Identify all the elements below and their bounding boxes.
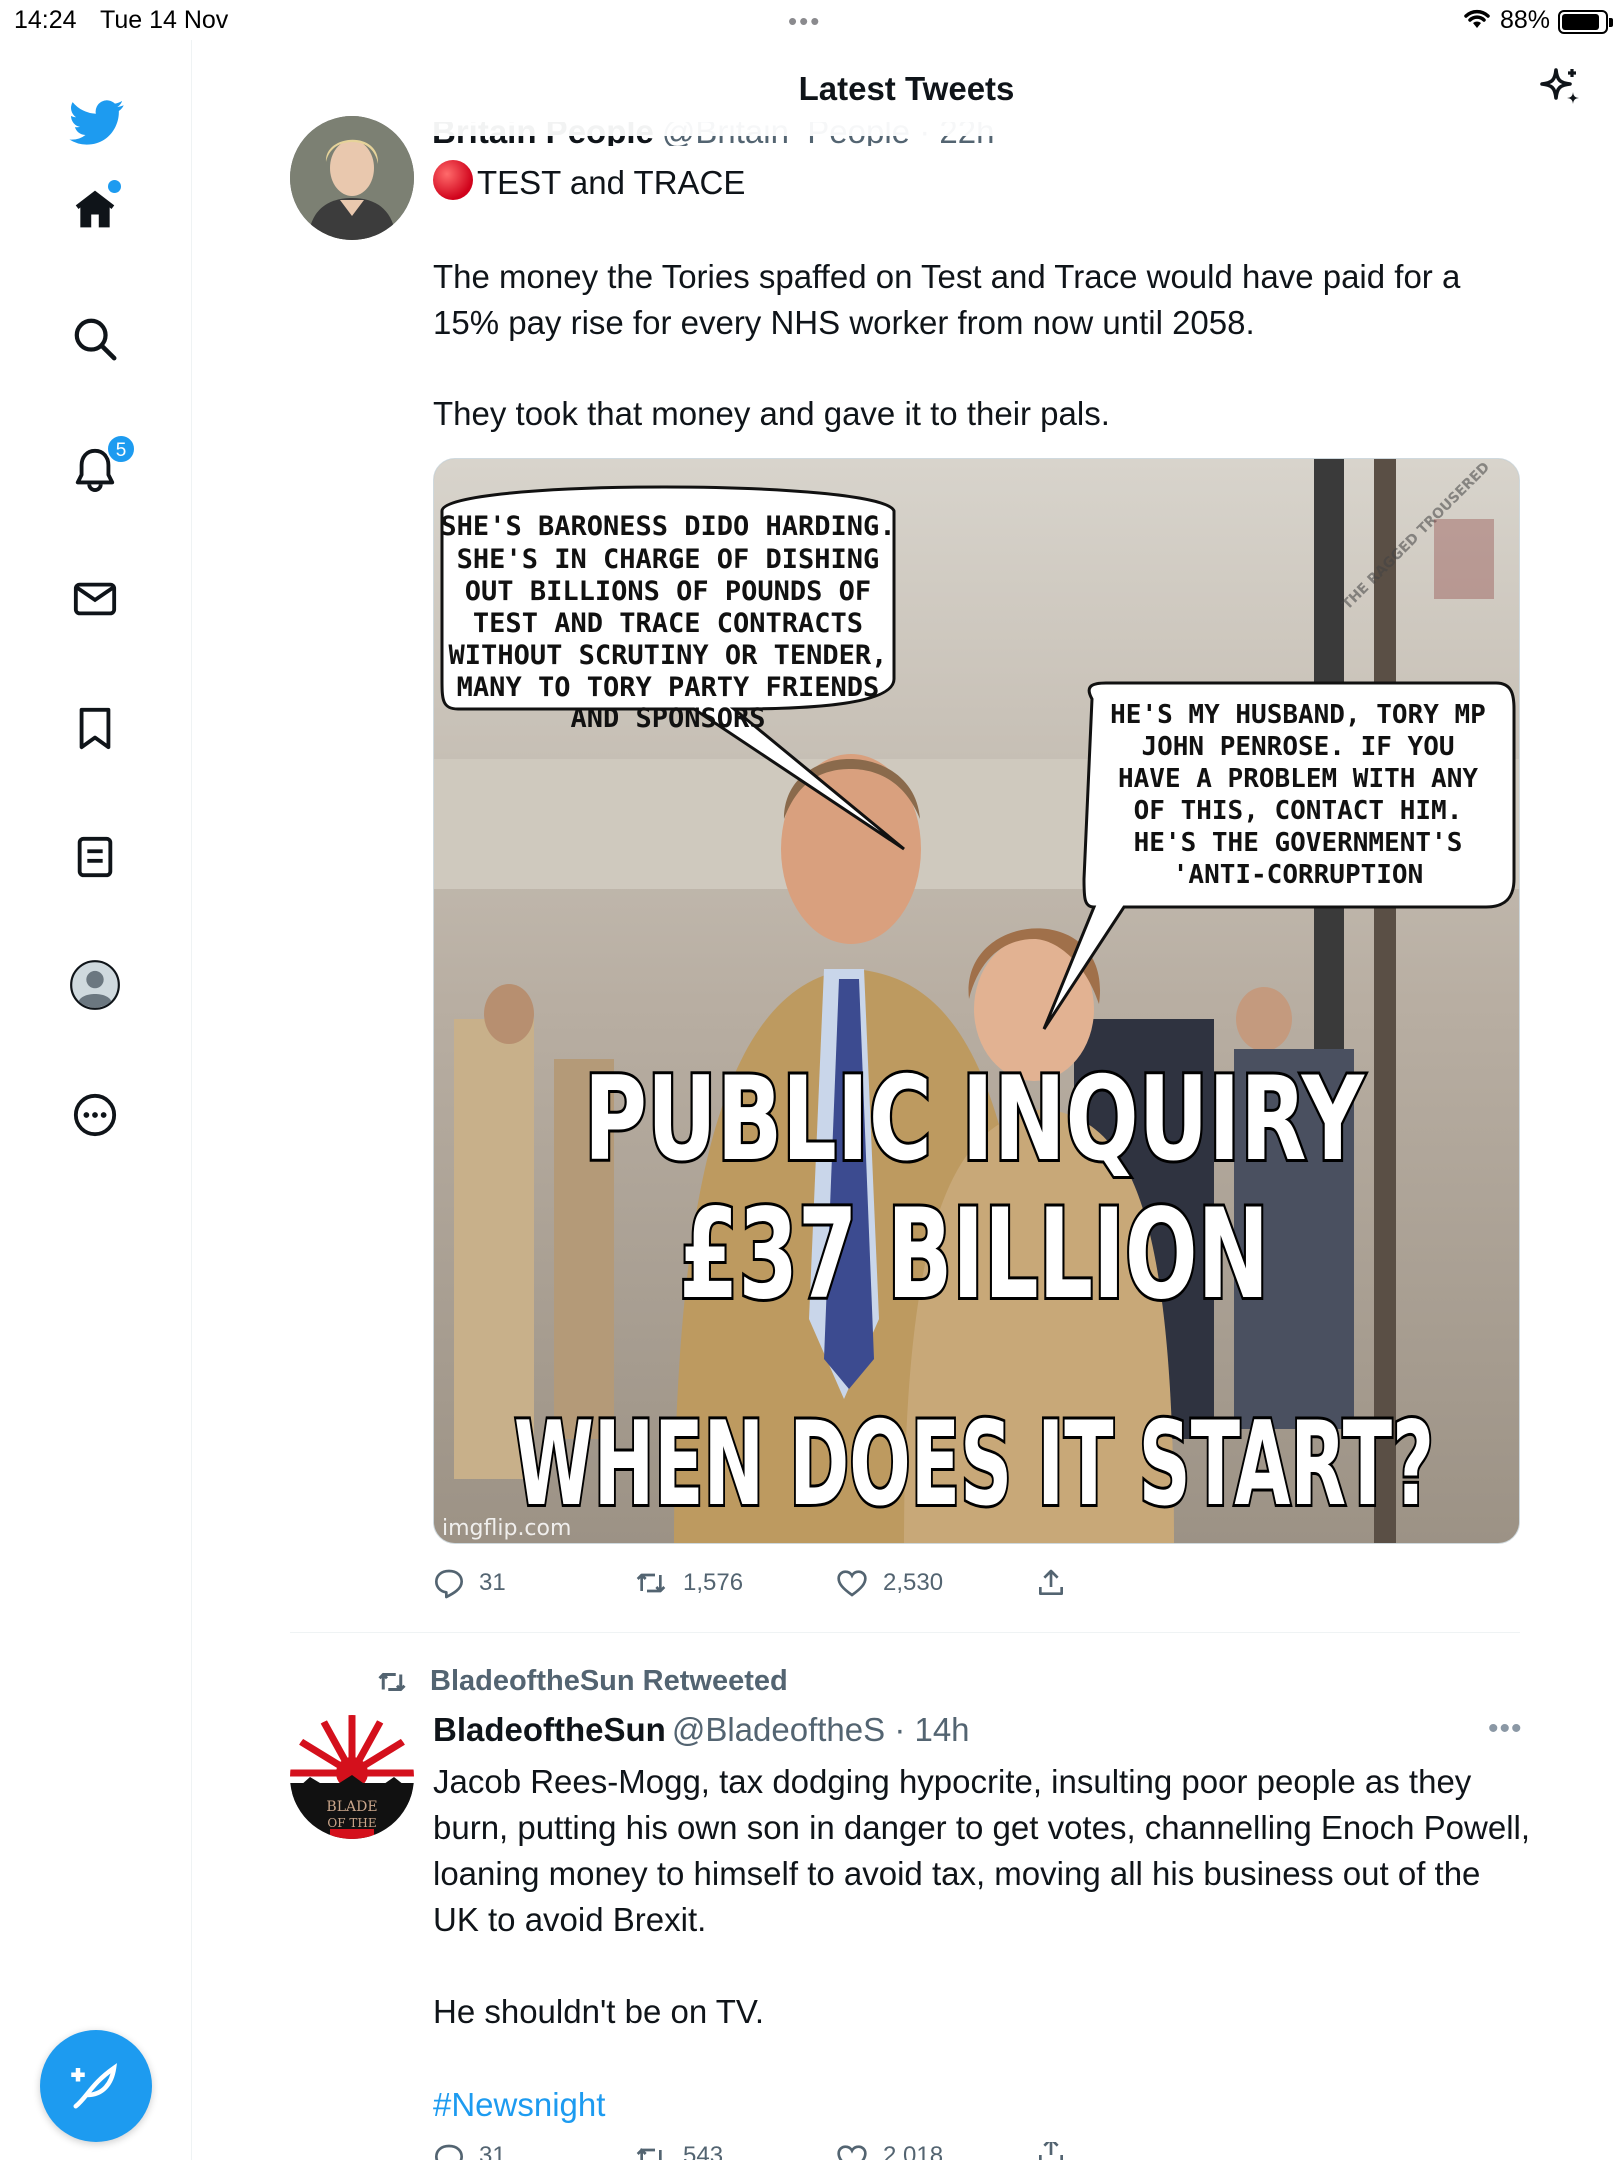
tweet1-para1: The money the Tories spaffed on Test and… — [433, 258, 1461, 341]
svg-text:WITHOUT SCRUTINY OR TENDER,: WITHOUT SCRUTINY OR TENDER, — [449, 640, 888, 671]
svg-text:HE'S THE GOVERNMENT'S: HE'S THE GOVERNMENT'S — [1134, 828, 1463, 858]
tweet2-avatar[interactable]: BLADE OF THE — [290, 1715, 414, 1839]
tweet2-author-name[interactable]: BladeoftheSun — [433, 1711, 666, 1748]
bookmark-icon — [79, 707, 111, 750]
sidebar-item-profile[interactable] — [62, 952, 128, 1018]
status-bar: 14:24 Tue 14 Nov ••• 88% — [0, 0, 1620, 40]
top-header: Latest Tweets — [193, 40, 1620, 136]
svg-text:SHE'S BARONESS DIDO HARDING.: SHE'S BARONESS DIDO HARDING. — [440, 511, 895, 542]
reply-icon — [434, 2144, 464, 2160]
envelope-icon — [73, 582, 117, 616]
retweet-button[interactable]: 1,576 — [633, 1567, 835, 1599]
sidebar-item-notifications[interactable]: 5 — [62, 434, 136, 502]
heart-icon — [837, 1570, 867, 1597]
like-button[interactable]: 2,530 — [835, 1567, 1035, 1599]
svg-text:OF THE: OF THE — [327, 1816, 376, 1830]
caption-37-billion: £37 BILLION — [679, 1183, 1269, 1327]
imgflip-watermark: imgflip.com — [442, 1516, 571, 1541]
twitter-logo-icon[interactable] — [64, 90, 130, 156]
caption-when-does-it-start: WHEN DOES IT START? — [514, 1397, 1434, 1532]
svg-text:'ANTI-CORRUPTION: 'ANTI-CORRUPTION — [1173, 860, 1423, 890]
svg-text:MANY TO TORY PARTY FRIENDS: MANY TO TORY PARTY FRIENDS — [457, 672, 880, 703]
more-circle-icon — [73, 1093, 117, 1137]
caption-public-inquiry: PUBLIC INQUIRY — [584, 1052, 1365, 1187]
sidebar: 5 — [0, 40, 192, 2160]
sidebar-item-messages[interactable] — [62, 566, 128, 632]
svg-text:OUT BILLIONS OF POUNDS OF: OUT BILLIONS OF POUNDS OF — [465, 576, 871, 607]
tweet2-para1: Jacob Rees-Mogg, tax dodging hypocrite, … — [433, 1763, 1531, 1938]
battery-percent: 88% — [1500, 6, 1551, 34]
tweet2-actions: 31 543 2,018 — [433, 2142, 1067, 2160]
retweet-icon — [378, 1672, 406, 1691]
svg-text:SHE'S IN CHARGE OF DISHING: SHE'S IN CHARGE OF DISHING — [457, 544, 880, 575]
notifications-badge: 5 — [106, 434, 136, 464]
bubble-left-text: SHE'S BARONESS DIDO HARDING. SHE'S IN CH… — [440, 511, 895, 734]
battery-icon — [1558, 10, 1613, 34]
sidebar-item-lists[interactable] — [62, 824, 128, 890]
tweet-divider — [290, 1632, 1520, 1633]
tweet2-retweet-button[interactable]: 543 — [633, 2142, 835, 2160]
svg-text:AND SPONSORS: AND SPONSORS — [570, 703, 765, 734]
home-new-dot — [108, 180, 121, 193]
status-time: 14:24 — [14, 6, 77, 34]
sparkle-icon[interactable] — [1536, 64, 1584, 117]
tweet2-hashtag-link[interactable]: #Newsnight — [433, 2082, 1533, 2128]
svg-text:JOHN PENROSE. IF YOU: JOHN PENROSE. IF YOU — [1141, 732, 1454, 762]
profile-avatar-icon — [70, 960, 120, 1010]
tweet1-line1-text: TEST and TRACE — [477, 164, 746, 201]
sidebar-item-more[interactable] — [62, 1082, 128, 1148]
svg-text:TEST AND TRACE CONTRACTS: TEST AND TRACE CONTRACTS — [473, 608, 863, 639]
tweet1-para2: They took that money and gave it to thei… — [433, 395, 1110, 432]
tweet1-image[interactable]: THE RAGGED TROUSERED SHE'S BARONESS DIDO… — [433, 458, 1520, 1544]
tweet1-line1: TEST and TRACE — [433, 160, 1533, 206]
page-title: Latest Tweets — [798, 70, 1015, 107]
home-icon — [75, 190, 115, 228]
tweet2-para2: He shouldn't be on TV. — [433, 1993, 765, 2030]
lists-icon — [77, 836, 113, 878]
multitasking-dots-icon[interactable]: ••• — [788, 6, 821, 37]
tweet2-like-button[interactable]: 2,018 — [835, 2142, 1035, 2160]
share-button[interactable] — [1035, 1567, 1067, 1599]
compose-quill-icon — [71, 2063, 117, 2109]
share-icon — [1039, 2142, 1063, 2160]
tweet2-share-button[interactable] — [1035, 2142, 1067, 2160]
retweet-count: 1,576 — [683, 1569, 744, 1596]
wifi-icon — [1462, 6, 1492, 37]
tweet1-avatar[interactable] — [290, 116, 414, 240]
share-icon — [1039, 1569, 1063, 1595]
sidebar-item-explore[interactable] — [62, 306, 128, 372]
retweet-icon — [636, 2148, 662, 2160]
reply-button[interactable]: 31 — [433, 1567, 633, 1599]
svg-text:HE'S MY HUSBAND, TORY MP: HE'S MY HUSBAND, TORY MP — [1110, 700, 1486, 730]
sidebar-item-home[interactable] — [62, 176, 128, 242]
tweet2-author-line[interactable]: BladeoftheSun @BladeoftheS · 14h — [433, 1711, 970, 1749]
tweet2-reply-button[interactable]: 31 — [433, 2142, 633, 2160]
retweeted-by-text[interactable]: BladeoftheSun Retweeted — [430, 1665, 788, 1698]
red-circle-icon — [433, 160, 473, 200]
tweet1-actions: 31 1,576 2,530 — [433, 1567, 1067, 1599]
svg-text:OF THIS, CONTACT HIM.: OF THIS, CONTACT HIM. — [1134, 796, 1463, 826]
status-date: Tue 14 Nov — [100, 6, 229, 34]
tweet2-retweet-count: 543 — [683, 2142, 724, 2160]
svg-text:HAVE A PROBLEM WITH ANY: HAVE A PROBLEM WITH ANY — [1118, 764, 1478, 794]
tweet2-more-options-icon[interactable]: ••• — [1488, 1712, 1523, 1746]
svg-text:BLADE: BLADE — [326, 1799, 377, 1815]
compose-tweet-button[interactable] — [40, 2030, 152, 2142]
like-count: 2,530 — [883, 1569, 944, 1596]
tweet2-reply-count: 31 — [479, 2142, 506, 2160]
sidebar-item-bookmarks[interactable] — [62, 695, 128, 761]
retweeted-by-line[interactable]: BladeoftheSun Retweeted — [374, 1665, 788, 1698]
retweet-icon — [636, 1573, 666, 1593]
reply-icon — [435, 1569, 463, 1599]
heart-icon — [837, 2145, 867, 2160]
reply-count: 31 — [479, 1569, 506, 1596]
search-icon — [74, 318, 117, 361]
tweet2-handle[interactable]: @BladeoftheS · 14h — [672, 1711, 970, 1748]
tweet2-like-count: 2,018 — [883, 2142, 944, 2160]
